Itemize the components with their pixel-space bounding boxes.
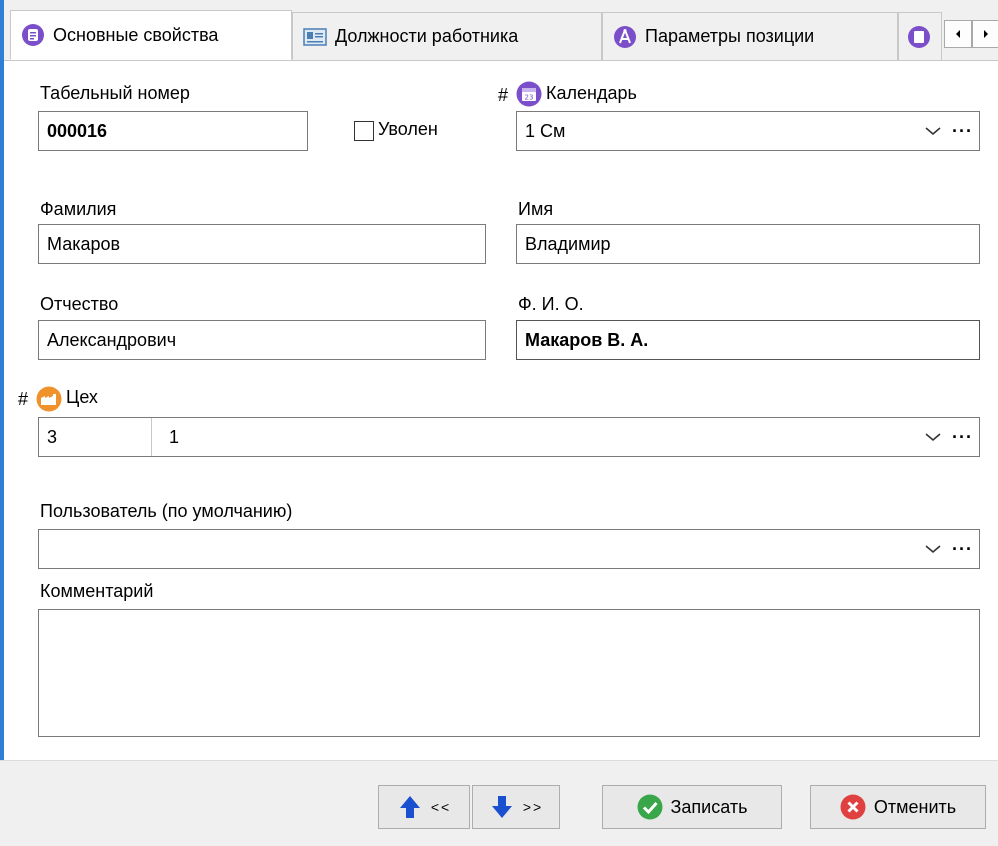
name-value: Владимир bbox=[525, 233, 611, 254]
factory-icon[interactable] bbox=[36, 386, 62, 412]
tab-main-properties-label: Основные свойства bbox=[53, 24, 219, 45]
tab-number-value: 000016 bbox=[47, 120, 108, 141]
comment-textarea[interactable] bbox=[38, 609, 980, 737]
triangle-right-icon bbox=[984, 30, 988, 38]
user-label: Пользователь (по умолчанию) bbox=[40, 501, 293, 521]
workshop-required-marker: # bbox=[18, 389, 29, 409]
fired-label: Уволен bbox=[378, 119, 438, 139]
tab-scroll-right-button[interactable] bbox=[972, 20, 998, 48]
tab-overflow[interactable] bbox=[898, 12, 942, 60]
calendar-value: 1 См bbox=[525, 120, 566, 141]
calendar-icon[interactable]: 23 bbox=[516, 81, 542, 107]
workshop-dropdown[interactable]: 3 1 ··· bbox=[38, 417, 980, 457]
next-record-label: >> bbox=[522, 799, 544, 815]
patronymic-field[interactable]: Александрович bbox=[38, 320, 486, 360]
workshop-label: Цех bbox=[66, 387, 98, 407]
tab-employee-positions[interactable]: Должности работника bbox=[292, 12, 602, 60]
tab-scroll-buttons bbox=[944, 20, 998, 48]
surname-value: Макаров bbox=[47, 233, 121, 254]
tab-scroll-left-button[interactable] bbox=[944, 20, 972, 48]
triangle-left-icon bbox=[956, 30, 960, 38]
patronymic-value: Александрович bbox=[47, 329, 177, 350]
tab-position-parameters[interactable]: Параметры позиции bbox=[602, 12, 898, 60]
cancel-button-label: Отменить bbox=[873, 796, 957, 817]
workshop-divider bbox=[151, 418, 152, 456]
chevron-down-icon[interactable] bbox=[924, 543, 942, 555]
user-dropdown[interactable]: ··· bbox=[38, 529, 980, 569]
form-panel: Табельный номер 000016 Уволен # 23 Кален… bbox=[4, 61, 998, 760]
save-button[interactable]: Записать bbox=[602, 785, 782, 829]
surname-field[interactable]: Макаров bbox=[38, 224, 486, 264]
svg-text:23: 23 bbox=[525, 94, 534, 102]
tab-employee-positions-label: Должности работника bbox=[335, 26, 519, 46]
patronymic-label: Отчество bbox=[40, 294, 119, 314]
name-label: Имя bbox=[518, 199, 554, 219]
check-icon bbox=[637, 794, 663, 820]
workshop-more-button[interactable]: ··· bbox=[952, 428, 973, 446]
fired-checkbox[interactable] bbox=[354, 121, 374, 141]
workshop-name: 1 bbox=[169, 426, 180, 447]
workshop-code: 3 bbox=[47, 426, 58, 447]
next-record-button[interactable]: >> bbox=[472, 785, 560, 829]
chevron-down-icon[interactable] bbox=[924, 125, 942, 137]
list-icon bbox=[22, 24, 44, 46]
compass-icon bbox=[614, 25, 636, 48]
arrow-down-icon bbox=[491, 796, 512, 818]
previous-record-label: << bbox=[430, 799, 452, 815]
chevron-down-icon[interactable] bbox=[924, 431, 942, 443]
comment-label: Комментарий bbox=[40, 581, 154, 601]
dialog-footer: << >> Записать Отменить bbox=[0, 760, 998, 846]
calendar-more-button[interactable]: ··· bbox=[952, 122, 973, 140]
tab-main-properties[interactable]: Основные свойства bbox=[10, 10, 292, 60]
arrow-up-icon bbox=[399, 796, 420, 818]
tab-number-field[interactable]: 000016 bbox=[38, 111, 308, 151]
calendar-dropdown[interactable]: 1 См ··· bbox=[516, 111, 980, 151]
close-icon bbox=[840, 794, 866, 820]
user-more-button[interactable]: ··· bbox=[952, 540, 973, 558]
calendar-required-marker: # bbox=[498, 85, 509, 105]
name-field[interactable]: Владимир bbox=[516, 224, 980, 264]
save-button-label: Записать bbox=[670, 796, 748, 817]
fio-value: Макаров В. А. bbox=[525, 329, 649, 350]
fio-label: Ф. И. О. bbox=[518, 294, 584, 314]
previous-record-button[interactable]: << bbox=[378, 785, 470, 829]
calendar-label: Календарь bbox=[546, 83, 637, 103]
surname-label: Фамилия bbox=[40, 199, 117, 219]
cancel-button[interactable]: Отменить bbox=[810, 785, 986, 829]
id-card-icon bbox=[303, 27, 327, 46]
document-icon bbox=[908, 25, 930, 48]
tab-number-label: Табельный номер bbox=[40, 83, 190, 103]
tab-position-parameters-label: Параметры позиции bbox=[645, 26, 815, 46]
fio-field: Макаров В. А. bbox=[516, 320, 980, 360]
tab-bar: Основные свойства Должности работника Па… bbox=[4, 0, 998, 61]
